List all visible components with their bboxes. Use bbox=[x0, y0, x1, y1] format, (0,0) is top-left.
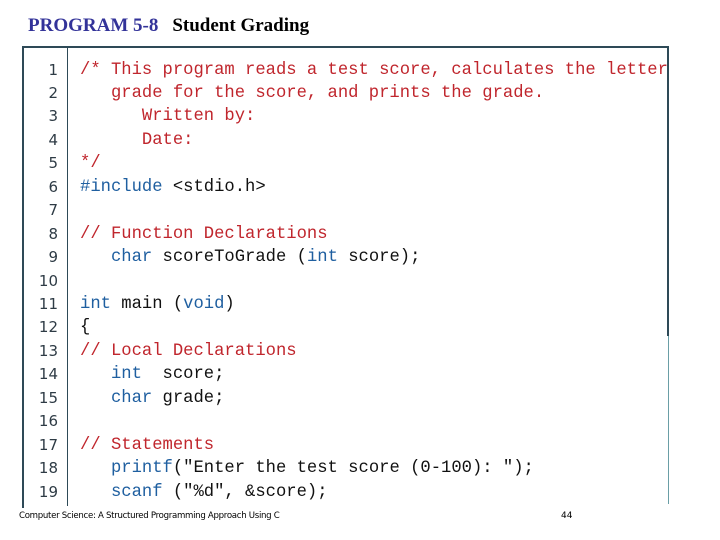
program-title: Student Grading bbox=[172, 15, 310, 36]
code-token: <stdio.h> bbox=[162, 177, 266, 197]
code-keyword: int bbox=[80, 295, 111, 314]
code-text: Written by: bbox=[80, 105, 255, 128]
code-keyword: int bbox=[110, 365, 142, 385]
code-text: */ bbox=[80, 152, 101, 175]
code-text: int main (void) bbox=[80, 293, 235, 316]
code-text: /* This program reads a test score, calc… bbox=[80, 59, 668, 82]
code-token: ) bbox=[224, 295, 235, 314]
line-number: 13 bbox=[38, 341, 58, 360]
line-number: 16 bbox=[38, 412, 58, 431]
code-token: grade; bbox=[152, 388, 225, 408]
code-text: // Local Declarations bbox=[80, 340, 297, 363]
program-label: PROGRAM 5-8 bbox=[28, 15, 159, 36]
code-comment: Written by: bbox=[80, 107, 256, 127]
code-text: { bbox=[80, 316, 90, 339]
code-token: ("Enter the test score (0-100): "); bbox=[172, 459, 534, 479]
code-token: score); bbox=[337, 248, 421, 268]
slide-title: PROGRAM 5-8 Student Grading bbox=[28, 15, 309, 37]
code-keyword: scanf bbox=[110, 482, 163, 502]
code-comment: grade for the score, and prints the grad… bbox=[80, 83, 545, 103]
frame-right-border-lower bbox=[668, 336, 669, 504]
code-keyword: int bbox=[306, 248, 338, 268]
footer-page-number: 44 bbox=[561, 511, 573, 521]
code-comment: // Statements bbox=[80, 435, 215, 455]
line-number: 18 bbox=[38, 459, 58, 478]
line-number: 9 bbox=[48, 248, 58, 267]
line-number: 11 bbox=[38, 295, 58, 313]
code-token: score; bbox=[141, 365, 225, 385]
code-token: main ( bbox=[110, 295, 184, 314]
line-number: 6 bbox=[48, 177, 58, 196]
line-number: 3 bbox=[48, 107, 58, 126]
line-number: 7 bbox=[48, 201, 58, 220]
code-token: { bbox=[80, 318, 91, 338]
code-token: scoreToGrade ( bbox=[152, 248, 307, 268]
code-keyword: printf bbox=[110, 459, 173, 479]
frame-right-border bbox=[667, 46, 669, 336]
code-keyword: void bbox=[183, 295, 225, 314]
footer-book-title: Computer Science: A Structured Programmi… bbox=[19, 511, 280, 521]
line-number: 12 bbox=[38, 318, 58, 337]
code-comment: */ bbox=[80, 154, 101, 174]
code-text: scanf ("%d", &score); bbox=[80, 481, 328, 504]
line-number-gutter-divider bbox=[67, 48, 68, 506]
code-comment: // Local Declarations bbox=[80, 341, 297, 361]
line-number: 4 bbox=[48, 130, 58, 149]
line-number: 15 bbox=[38, 388, 58, 407]
code-comment: /* This program reads a test score, calc… bbox=[80, 60, 668, 80]
code-text: // Statements bbox=[80, 434, 214, 457]
line-number: 19 bbox=[38, 482, 58, 501]
code-text: grade for the score, and prints the grad… bbox=[80, 82, 544, 105]
code-text: Date: bbox=[80, 129, 194, 152]
code-keyword: char bbox=[110, 388, 153, 408]
line-number: 5 bbox=[48, 154, 58, 173]
code-text: printf("Enter the test score (0-100): ")… bbox=[80, 457, 534, 480]
code-text: #include <stdio.h> bbox=[80, 176, 266, 199]
code-text: // Function Declarations bbox=[80, 223, 328, 246]
line-number: 14 bbox=[38, 365, 58, 384]
line-number: 2 bbox=[48, 83, 58, 102]
line-number: 8 bbox=[48, 224, 58, 243]
code-keyword: char bbox=[110, 248, 153, 268]
code-text: char grade; bbox=[80, 387, 224, 410]
code-text: int score; bbox=[80, 363, 224, 386]
code-comment: // Function Declarations bbox=[80, 224, 328, 244]
code-keyword: #include bbox=[80, 177, 163, 197]
line-number: 17 bbox=[38, 435, 58, 454]
code-comment: Date: bbox=[80, 130, 194, 150]
code-text: char scoreToGrade (int score); bbox=[80, 246, 420, 269]
code-token: ("%d", &score); bbox=[162, 482, 328, 502]
line-number: 10 bbox=[38, 271, 58, 290]
line-number: 1 bbox=[48, 60, 58, 79]
